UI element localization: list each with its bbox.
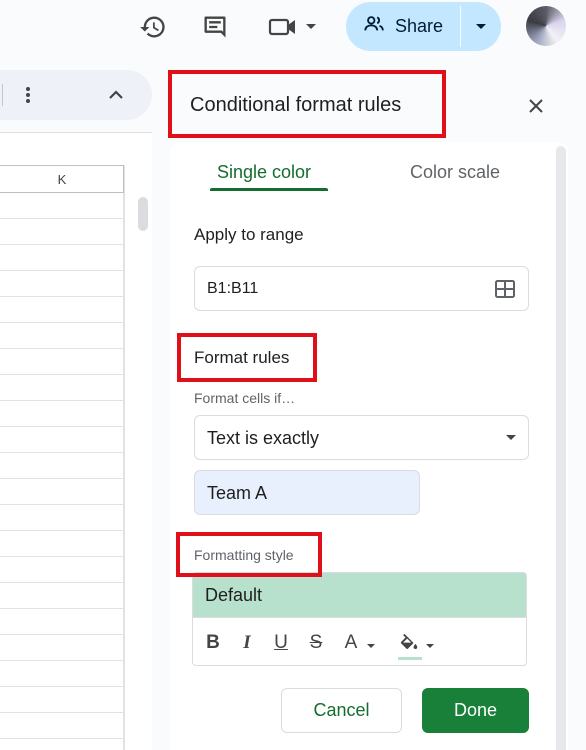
condition-dropdown[interactable]: Text is exactly bbox=[194, 415, 529, 460]
history-icon[interactable] bbox=[136, 10, 170, 44]
highlight-box-format-rules bbox=[177, 333, 317, 382]
share-button[interactable]: Share bbox=[346, 2, 460, 51]
fill-color-swatch bbox=[398, 657, 422, 660]
chevron-up-icon[interactable] bbox=[102, 83, 130, 107]
style-preset-dropdown[interactable]: Default bbox=[193, 573, 526, 617]
share-label: Share bbox=[394, 16, 444, 36]
active-tab-indicator bbox=[210, 188, 328, 191]
condition-value-input[interactable]: Team A bbox=[194, 470, 420, 515]
caret-down-icon bbox=[367, 644, 375, 648]
column-label: K bbox=[57, 172, 67, 187]
condition-value-text: Team A bbox=[207, 483, 268, 503]
conditional-format-panel: Conditional format rules Single color Co… bbox=[152, 70, 586, 750]
formula-bar[interactable] bbox=[0, 132, 152, 166]
fill-color-icon[interactable] bbox=[396, 630, 422, 656]
avatar[interactable] bbox=[526, 6, 566, 46]
comment-icon[interactable] bbox=[198, 10, 232, 44]
grid-rows[interactable] bbox=[0, 193, 124, 750]
strikethrough-button[interactable]: S bbox=[303, 630, 329, 656]
video-camera-icon[interactable] bbox=[264, 10, 324, 44]
column-header-k[interactable]: K bbox=[0, 165, 124, 193]
range-value: B1:B11 bbox=[207, 280, 259, 297]
close-icon[interactable] bbox=[522, 92, 550, 120]
top-toolbar: Share bbox=[0, 0, 586, 56]
cancel-button[interactable]: Cancel bbox=[281, 688, 402, 733]
text-color-button[interactable]: A bbox=[338, 630, 364, 656]
caret-down-icon bbox=[506, 435, 516, 440]
caret-down-icon bbox=[426, 644, 434, 648]
tab-color-scale[interactable]: Color scale bbox=[410, 162, 500, 183]
people-icon bbox=[363, 13, 385, 40]
select-range-icon[interactable] bbox=[494, 278, 516, 300]
apply-to-range-label: Apply to range bbox=[194, 225, 304, 244]
more-vert-icon[interactable] bbox=[16, 83, 40, 107]
spreadsheet-grid[interactable]: K bbox=[0, 165, 152, 750]
italic-button[interactable]: I bbox=[234, 630, 260, 656]
formatting-style-box: Default B I U S A bbox=[192, 572, 527, 666]
condition-value: Text is exactly bbox=[207, 428, 320, 448]
panel-scrollbar[interactable] bbox=[556, 146, 566, 750]
caret-down-icon bbox=[476, 23, 486, 29]
toolbar-divider bbox=[2, 84, 3, 106]
range-input[interactable]: B1:B11 bbox=[194, 266, 529, 311]
vertical-scrollbar[interactable] bbox=[124, 165, 152, 750]
underline-button[interactable]: U bbox=[268, 630, 294, 656]
share-dropdown-button[interactable] bbox=[461, 2, 501, 51]
bold-button[interactable]: B bbox=[200, 630, 226, 656]
style-preview-label: Default bbox=[205, 585, 263, 605]
highlight-box-title bbox=[168, 70, 446, 138]
done-button[interactable]: Done bbox=[422, 688, 529, 733]
format-toolbar: B I U S A bbox=[193, 617, 526, 665]
scrollbar-thumb[interactable] bbox=[138, 197, 148, 231]
format-cells-if-label: Format cells if… bbox=[194, 390, 296, 406]
share-button-group: Share bbox=[346, 2, 501, 51]
highlight-box-formatting-style bbox=[176, 532, 322, 577]
sheet-toolbar bbox=[0, 70, 152, 120]
tab-single-color[interactable]: Single color bbox=[217, 162, 311, 183]
